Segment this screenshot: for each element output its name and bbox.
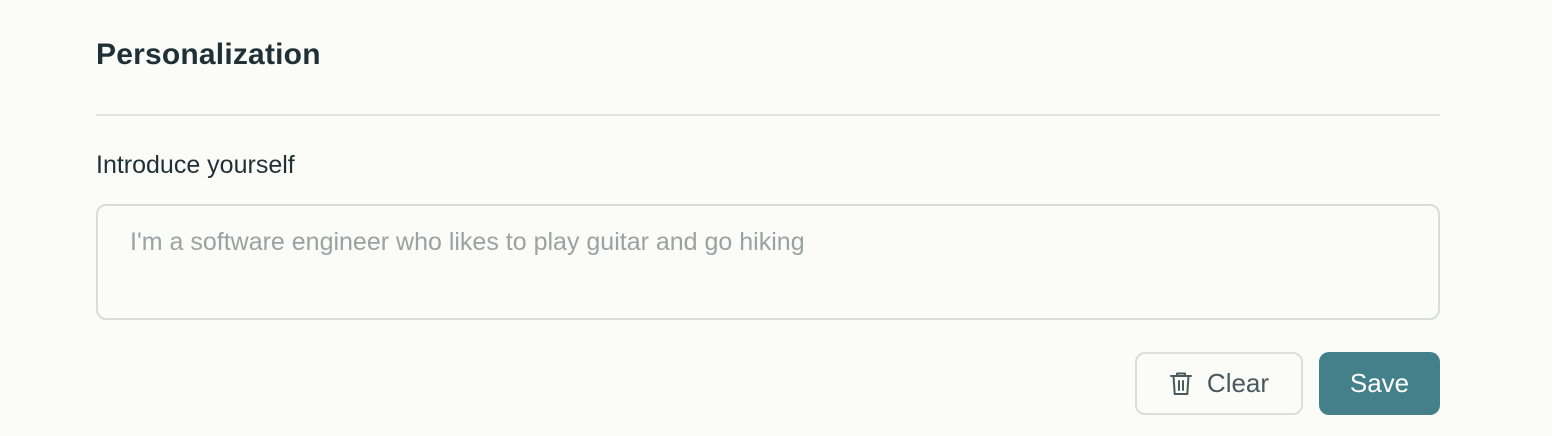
clear-button-label: Clear [1206, 368, 1270, 398]
form-actions: Clear Save [1135, 352, 1440, 415]
intro-field-label: Introduce yourself [96, 151, 295, 179]
save-button-label: Save [1349, 368, 1410, 398]
section-title: Personalization [96, 38, 321, 71]
section-divider [96, 114, 1440, 116]
trash-icon [1169, 371, 1193, 397]
introduce-yourself-textarea[interactable] [96, 204, 1440, 320]
save-button[interactable]: Save [1319, 352, 1440, 415]
clear-button[interactable]: Clear [1135, 352, 1303, 415]
